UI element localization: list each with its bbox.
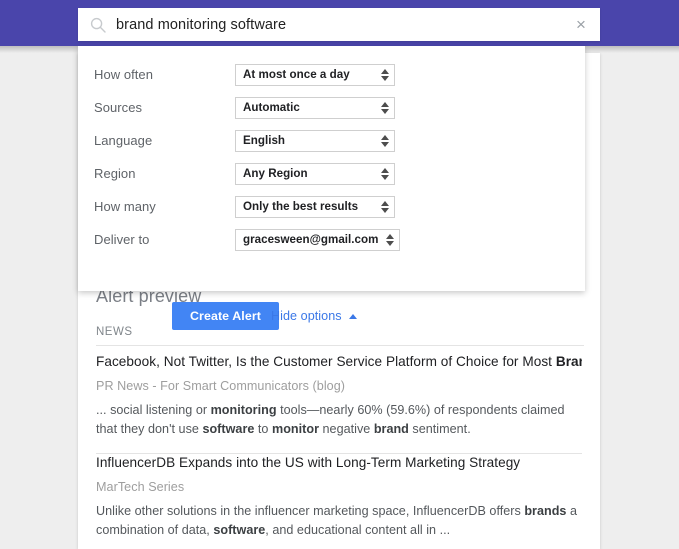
form-row-sources: Sources Automatic: [78, 91, 585, 124]
select-language[interactable]: English: [235, 129, 395, 152]
result-snippet: ... social listening or monitoring tools…: [96, 401, 582, 439]
text-fragment: Facebook, Not Twitter, Is the Customer S…: [96, 354, 556, 369]
stepper-arrows-icon: [378, 99, 392, 117]
highlight-term: brand: [373, 422, 409, 436]
form-row-language: Language English: [78, 124, 585, 157]
form-row-how-many: How many Only the best results: [78, 190, 585, 223]
label-how-many: How many: [94, 199, 156, 214]
text-fragment: to: [254, 422, 272, 436]
form-row-deliver-to: Deliver to gracesween@gmail.com: [78, 223, 585, 256]
text-fragment: Unlike other solutions in the influencer…: [96, 504, 525, 518]
label-how-often: How often: [94, 67, 153, 82]
label-sources: Sources: [94, 100, 143, 115]
highlight-term: software: [202, 422, 255, 436]
stepper-arrows-icon: [378, 132, 392, 150]
select-how-many[interactable]: Only the best results: [235, 195, 395, 218]
highlight-term: monitor: [271, 422, 319, 436]
select-value-how-often: At most once a day: [243, 68, 350, 81]
hide-options-label: Hide options: [271, 309, 342, 323]
news-divider: [96, 345, 584, 346]
select-value-language: English: [243, 134, 286, 147]
hide-options-toggle[interactable]: Hide options: [271, 302, 357, 330]
text-fragment: InfluencerDB Expands into the US with Lo…: [96, 455, 521, 470]
select-how-often[interactable]: At most once a day: [235, 63, 395, 86]
label-region: Region: [94, 166, 136, 181]
search-icon: [90, 17, 106, 33]
form-row-how-often: How often At most once a day: [78, 58, 585, 91]
result-title-link[interactable]: InfluencerDB Expands into the US with Lo…: [96, 454, 582, 472]
highlight-term: monitoring: [210, 403, 277, 417]
chevron-up-icon: [348, 313, 357, 319]
result-snippet: Unlike other solutions in the influencer…: [96, 502, 582, 540]
stepper-arrows-icon: [378, 165, 392, 183]
select-value-deliver-to: gracesween@gmail.com: [243, 233, 379, 246]
stepper-arrows-icon: [378, 198, 392, 216]
stepper-arrows-icon: [378, 66, 392, 84]
text-fragment: , and educational content all in ...: [265, 523, 451, 537]
select-region[interactable]: Any Region: [235, 162, 395, 185]
result-source: PR News - For Smart Communicators (blog): [96, 379, 346, 393]
result-title-link[interactable]: Facebook, Not Twitter, Is the Customer S…: [96, 353, 582, 371]
highlight-term: Brands: [555, 354, 582, 369]
label-deliver-to: Deliver to: [94, 232, 150, 247]
form-row-region: Region Any Region: [78, 157, 585, 190]
text-fragment: negative: [319, 422, 374, 436]
create-alert-button[interactable]: Create Alert: [172, 302, 279, 330]
select-value-region: Any Region: [243, 167, 308, 180]
close-icon[interactable]: ×: [566, 8, 596, 41]
stepper-arrows-icon: [383, 231, 397, 249]
google-alerts-page: brand monitoring software × Alert previe…: [0, 0, 679, 549]
select-value-sources: Automatic: [243, 101, 300, 114]
highlight-term: software: [213, 523, 266, 537]
search-box[interactable]: brand monitoring software ×: [78, 8, 600, 41]
text-fragment: ... social listening or: [96, 403, 211, 417]
select-sources[interactable]: Automatic: [235, 96, 395, 119]
label-language: Language: [94, 133, 153, 148]
search-input[interactable]: brand monitoring software: [116, 17, 566, 33]
news-result-item: Facebook, Not Twitter, Is the Customer S…: [78, 353, 600, 439]
options-actions: Create Alert Hide options: [78, 302, 585, 332]
select-value-how-many: Only the best results: [243, 200, 359, 213]
result-list: Facebook, Not Twitter, Is the Customer S…: [78, 353, 600, 549]
text-fragment: sentiment.: [408, 422, 471, 436]
highlight-term: brands: [524, 504, 567, 518]
news-result-item: InfluencerDB Expands into the US with Lo…: [78, 454, 600, 540]
result-source: MarTech Series: [96, 480, 185, 494]
select-deliver-to[interactable]: gracesween@gmail.com: [235, 228, 400, 251]
alert-options-panel: How often At most once a day Sources Automa…: [78, 46, 585, 330]
